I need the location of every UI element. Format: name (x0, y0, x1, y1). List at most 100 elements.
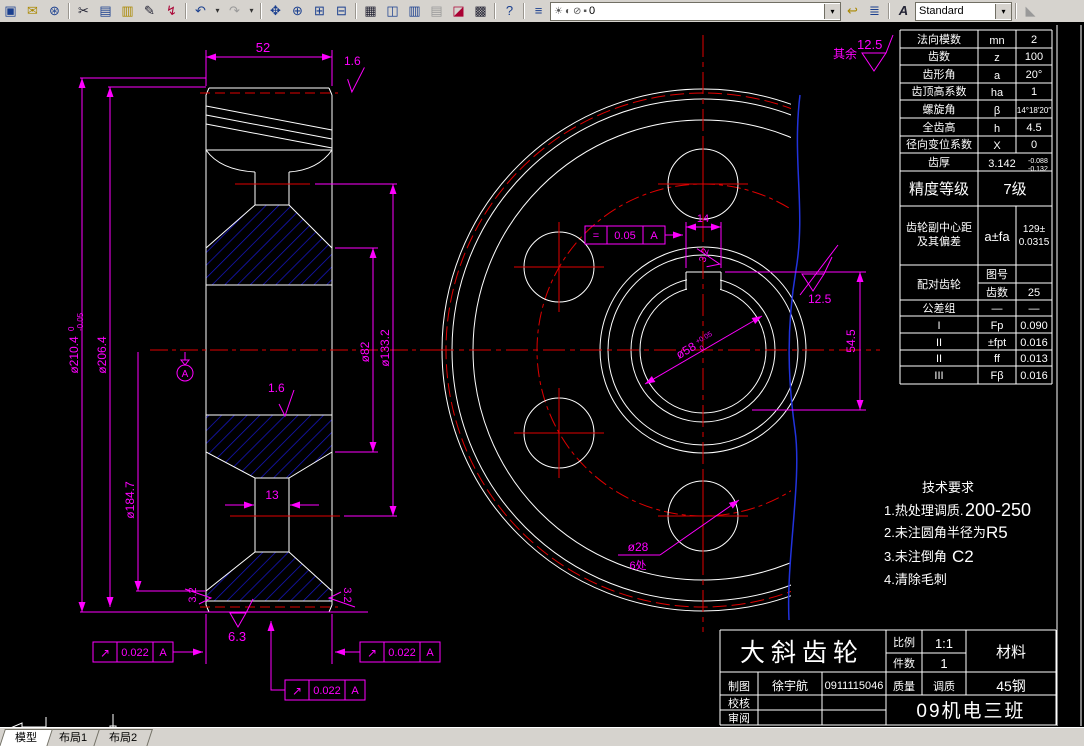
markup-icon[interactable]: ◪ (448, 2, 469, 20)
svg-text:0: 0 (699, 345, 706, 353)
publish-icon[interactable]: ✉ (22, 2, 43, 20)
pan-icon[interactable]: ✥ (265, 2, 286, 20)
match-properties-icon[interactable]: ✎ (139, 2, 160, 20)
svg-text:↗: ↗ (100, 646, 110, 660)
svg-text:A: A (159, 647, 167, 659)
svg-text:Fβ: Fβ (990, 370, 1003, 382)
copy-icon[interactable]: ▤ (95, 2, 116, 20)
svg-text:比例: 比例 (893, 635, 915, 649)
svg-text:其余: 其余 (833, 46, 857, 61)
svg-text:X: X (993, 140, 1001, 152)
dim-d206: ø206.4 (95, 336, 109, 374)
svg-text:↗: ↗ (292, 684, 302, 698)
layer-freeze-icon[interactable]: ◐ (565, 6, 571, 17)
properties-icon[interactable]: ▦ (360, 2, 381, 20)
gear-drawing: 52 1.6 ø210.4 0 -0.05 ø206.4 ø184.7 ø82 … (7, 25, 1082, 744)
text-style-combo[interactable]: Standard ▾ (915, 1, 1012, 21)
tool-palettes-icon[interactable]: ▥ (404, 2, 425, 20)
cut-icon[interactable]: ✂ (73, 2, 94, 20)
svg-text:45钢: 45钢 (996, 678, 1026, 694)
svg-text:3.142: 3.142 (988, 158, 1016, 170)
svg-text:0.022: 0.022 (313, 685, 341, 697)
separator (1015, 3, 1017, 19)
svg-text:法向模数: 法向模数 (917, 32, 961, 46)
tab-model[interactable]: 模型 (0, 729, 53, 746)
drawing-canvas[interactable]: 52 1.6 ø210.4 0 -0.05 ø206.4 ø184.7 ø82 … (0, 22, 1084, 744)
runout-frame-left: ↗ 0.022 A (92, 614, 207, 664)
dim-d184: ø184.7 (123, 481, 137, 519)
svg-text:100: 100 (1025, 51, 1043, 63)
redo-icon[interactable]: ↷ (224, 2, 245, 20)
calculator-icon[interactable]: ▩ (470, 2, 491, 20)
help-icon[interactable]: ? (499, 2, 520, 20)
hatch-top (205, 204, 333, 286)
layers-icon[interactable]: ≡ (528, 2, 549, 20)
separator (260, 3, 262, 19)
svg-text:齿形角: 齿形角 (923, 68, 956, 81)
finish-3.2-right: 3.2 (341, 587, 353, 602)
layer-combo[interactable]: ☀ ◐ ⊘ ▪ 0 ▾ (550, 1, 841, 21)
dim-width-52: 52 (256, 40, 270, 55)
standard-toolbar: ▣ ✉ ⊛ ✂ ▤ ▥ ✎ ↯ ↶ ▾ ↷ ▾ ✥ ⊕ ⊞ ⊟ ▦ ◫ ▥ ▤ … (0, 0, 1084, 23)
finish-3.2-keyway: 3.2 (697, 247, 711, 264)
runout-frame-right: ↗ 0.022 A (331, 614, 441, 664)
undo-dropdown-icon[interactable]: ▾ (212, 2, 223, 20)
dim-d28-note: 6处 (629, 559, 646, 572)
svg-text:II: II (936, 337, 942, 349)
apply-styles-icon[interactable]: ↯ (161, 2, 182, 20)
svg-text:I: I (937, 320, 940, 332)
svg-text:0.016: 0.016 (1020, 370, 1048, 382)
svg-text:1:1: 1:1 (935, 636, 953, 651)
zoom-window-icon[interactable]: ⊞ (309, 2, 330, 20)
layer-current-value: 0 (588, 5, 596, 17)
zoom-previous-icon[interactable]: ⊟ (331, 2, 352, 20)
text-style-dropdown-icon[interactable]: ▾ (995, 3, 1011, 19)
svg-text:图号: 图号 (986, 268, 1008, 281)
layer-on-icon[interactable]: ☀ (554, 6, 563, 17)
paste-icon[interactable]: ▥ (117, 2, 138, 20)
layer-combo-dropdown-icon[interactable]: ▾ (824, 3, 840, 19)
svg-text:A: A (351, 685, 359, 697)
svg-text:14°18′20″: 14°18′20″ (1017, 106, 1051, 115)
separator (185, 3, 187, 19)
svg-text:0.0315: 0.0315 (1019, 237, 1050, 248)
design-center-icon[interactable]: ◫ (382, 2, 403, 20)
svg-text:2: 2 (1031, 34, 1037, 46)
svg-text:+0.05: +0.05 (695, 331, 714, 346)
print-preview-icon[interactable]: ▣ (0, 2, 21, 20)
svg-text:III: III (934, 370, 943, 382)
runout-frame-bottom: ↗ 0.022 A (267, 621, 366, 701)
svg-text:1.热处理调质.: 1.热处理调质. (884, 503, 963, 518)
svg-text:200-250: 200-250 (965, 500, 1031, 520)
svg-text:螺旋角: 螺旋角 (923, 102, 956, 116)
helix-lines (205, 105, 333, 149)
svg-text:齿轮副中心距: 齿轮副中心距 (906, 220, 972, 234)
tab-layout2[interactable]: 布局2 (93, 729, 154, 746)
face-view (432, 35, 880, 632)
layout-tabbar: 模型 布局1 布局2 (0, 727, 1084, 746)
layer-states-icon[interactable]: ≣ (864, 2, 885, 20)
svg-text:z: z (994, 52, 1000, 64)
svg-text:-0.088: -0.088 (1028, 158, 1048, 165)
hatch-rim-bottom (205, 551, 333, 602)
text-style-icon[interactable]: A (893, 2, 914, 20)
sheet-set-icon[interactable]: ▤ (426, 2, 447, 20)
separator (68, 3, 70, 19)
hatch-hub-bottom (205, 414, 333, 479)
svg-text:及其偏差: 及其偏差 (917, 234, 961, 248)
dim-d133: ø133.2 (378, 329, 392, 367)
redo-dropdown-icon[interactable]: ▾ (246, 2, 257, 20)
svg-text:精度等级: 精度等级 (909, 180, 969, 198)
svg-text:质量: 质量 (893, 680, 915, 693)
drawing-title: 大斜齿轮 (740, 639, 864, 667)
partial-toolbar-icon[interactable]: ◣ (1020, 2, 1041, 20)
hyperlink-icon[interactable]: ⊛ (44, 2, 65, 20)
layer-lock-icon[interactable]: ⊘ (573, 6, 581, 17)
layer-previous-icon[interactable]: ↩ (842, 2, 863, 20)
svg-text:0.022: 0.022 (121, 647, 149, 659)
svg-text:0.013: 0.013 (1020, 353, 1048, 365)
dim-d28: ø28 (628, 540, 649, 554)
svg-text:校核: 校核 (728, 696, 750, 710)
undo-icon[interactable]: ↶ (190, 2, 211, 20)
zoom-realtime-icon[interactable]: ⊕ (287, 2, 308, 20)
